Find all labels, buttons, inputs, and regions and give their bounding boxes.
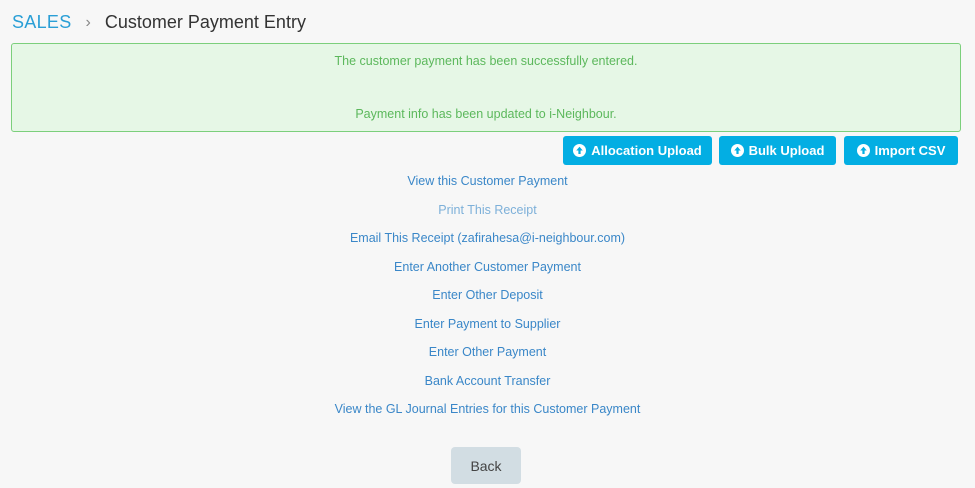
alert-message-info-updated: Payment info has been updated to i-Neigh… [355, 107, 617, 121]
view-customer-payment-link[interactable]: View this Customer Payment [0, 172, 975, 201]
allocation-upload-label: Allocation Upload [591, 143, 702, 158]
alert-message-payment-entered: The customer payment has been successful… [334, 54, 638, 68]
upload-circle-icon [856, 144, 870, 157]
page-title: Customer Payment Entry [104, 12, 306, 32]
back-button[interactable]: Back [451, 447, 521, 484]
upload-circle-icon [573, 144, 587, 157]
breadcrumb: SALES › Customer Payment Entry [12, 12, 306, 33]
bulk-upload-button[interactable]: Bulk Upload [719, 136, 836, 165]
bulk-upload-label: Bulk Upload [748, 143, 825, 158]
action-links: View this Customer Payment Print This Re… [0, 172, 975, 429]
allocation-upload-button[interactable]: Allocation Upload [563, 136, 712, 165]
print-receipt-link[interactable]: Print This Receipt [0, 201, 975, 230]
enter-another-customer-payment-link[interactable]: Enter Another Customer Payment [0, 258, 975, 287]
bank-account-transfer-link[interactable]: Bank Account Transfer [0, 372, 975, 401]
enter-other-deposit-link[interactable]: Enter Other Deposit [0, 286, 975, 315]
import-csv-button[interactable]: Import CSV [844, 136, 958, 165]
view-gl-journal-entries-link[interactable]: View the GL Journal Entries for this Cus… [0, 400, 975, 429]
upload-circle-icon [730, 144, 744, 157]
enter-payment-to-supplier-link[interactable]: Enter Payment to Supplier [0, 315, 975, 344]
import-csv-label: Import CSV [874, 143, 946, 158]
breadcrumb-separator: › [85, 13, 91, 31]
success-alert: The customer payment has been successful… [11, 43, 961, 132]
breadcrumb-sales-link[interactable]: SALES [12, 12, 72, 33]
enter-other-payment-link[interactable]: Enter Other Payment [0, 343, 975, 372]
email-receipt-link[interactable]: Email This Receipt (zafirahesa@i-neighbo… [0, 229, 975, 258]
